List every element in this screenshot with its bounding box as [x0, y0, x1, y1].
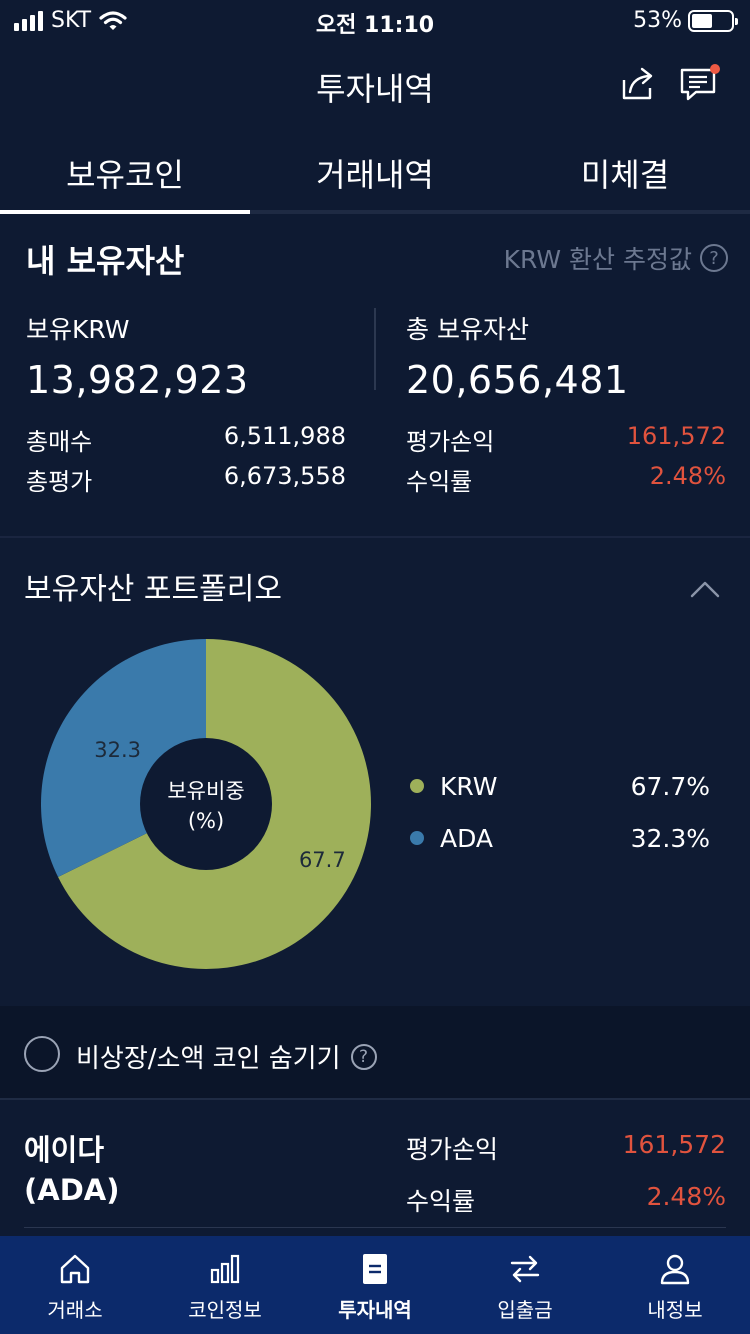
rate-row: 수익률 2.48% [406, 462, 726, 497]
nav-exchange[interactable]: 거래소 [0, 1236, 150, 1334]
chevron-up-icon[interactable] [690, 574, 720, 604]
share-icon[interactable] [618, 64, 658, 104]
total-buy-row: 총매수 6,511,988 [26, 422, 346, 457]
total-column: 총 보유자산 20,656,481 [406, 310, 726, 402]
nav-label: 투자내역 [338, 1298, 412, 1322]
coin-name: 에이다 (ADA) [24, 1130, 119, 1210]
hide-small-coins-checkbox[interactable] [24, 1036, 60, 1072]
total-eval-row: 총평가 6,673,558 [26, 462, 346, 497]
pnl-label: 평가손익 [406, 428, 495, 456]
krw-column: 보유KRW 13,982,923 [26, 310, 346, 402]
coin-pnl-value: 161,572 [622, 1130, 726, 1159]
krw-value: 13,982,923 [26, 358, 249, 402]
total-buy-label: 총매수 [26, 428, 93, 456]
total-assets-value: 20,656,481 [406, 358, 629, 402]
nav-coin-info[interactable]: 코인정보 [150, 1236, 300, 1334]
nav-my-info[interactable]: 내정보 [600, 1236, 750, 1334]
legend-dot-ada [410, 831, 424, 845]
total-buy-value: 6,511,988 [223, 422, 346, 450]
hide-small-coins-label: 비상장/소액 코인 숨기기 [76, 1044, 341, 1074]
portfolio-donut-chart: 보유비중 (%) 67.7 32.3 [40, 639, 371, 969]
rate-value: 2.48% [649, 462, 726, 490]
nav-investments[interactable]: 투자내역 [300, 1236, 450, 1334]
transfer-icon [510, 1255, 540, 1283]
help-icon[interactable]: ? [700, 244, 728, 272]
battery-icon [688, 9, 738, 32]
legend-dot-krw [410, 779, 424, 793]
legend-item-ada: ADA 32.3% [410, 812, 710, 864]
help-icon[interactable]: ? [350, 1043, 377, 1070]
bottom-nav: 거래소 코인정보 투자내역 입출금 내정보 [0, 1236, 750, 1334]
status-bar-right: 53% [633, 8, 738, 33]
nav-label: 거래소 [47, 1298, 103, 1322]
portfolio-section: 보유자산 포트폴리오 보유비중 (%) 67.7 32.3 KRW 67.7% A… [0, 536, 750, 1006]
rate-label: 수익률 [406, 468, 473, 496]
user-icon [660, 1254, 690, 1285]
document-icon [363, 1254, 387, 1284]
status-bar: SKT 오전 11:10 53% [0, 0, 750, 42]
coin-pnl-label: 평가손익 [406, 1135, 499, 1164]
krw-estimate-note[interactable]: KRW 환산 추정값 ? [504, 240, 728, 276]
row-divider [24, 1227, 726, 1228]
nav-deposit-withdraw[interactable]: 입출금 [450, 1236, 600, 1334]
nav-label: 코인정보 [188, 1298, 262, 1322]
holdings-summary: 내 보유자산 KRW 환산 추정값 ? 보유KRW 13,982,923 총 보… [0, 214, 750, 534]
total-eval-value: 6,673,558 [223, 462, 346, 490]
krw-label: 보유KRW [26, 315, 130, 344]
column-divider [374, 308, 376, 390]
notification-dot [710, 64, 720, 74]
nav-label: 입출금 [497, 1298, 553, 1322]
legend-item-krw: KRW 67.7% [410, 760, 710, 812]
coin-korean-name: 에이다 [24, 1133, 105, 1167]
tab-transactions[interactable]: 거래내역 [250, 124, 500, 210]
tab-bar: 보유코인 거래내역 미체결 [0, 124, 750, 214]
krw-estimate-label: KRW 환산 추정값 [503, 245, 692, 274]
coin-symbol: (ADA) [24, 1173, 120, 1207]
donut-center-label: 보유비중 [167, 779, 244, 803]
nav-label: 내정보 [647, 1298, 703, 1322]
coin-pnl-row: 평가손익 161,572 [406, 1130, 726, 1182]
coin-stats: 평가손익 161,572 수익률 2.48% [406, 1130, 726, 1234]
portfolio-legend: KRW 67.7% ADA 32.3% [410, 760, 710, 864]
total-eval-label: 총평가 [26, 468, 93, 496]
legend-pct: 32.3% [630, 823, 710, 853]
pnl-row: 평가손익 161,572 [406, 422, 726, 457]
legend-name: KRW [440, 771, 498, 801]
donut-center-unit: (%) [188, 809, 224, 833]
pie-data-label-ada: 32.3 [94, 738, 141, 762]
donut-hole [140, 738, 272, 870]
legend-pct: 67.7% [630, 771, 710, 801]
tab-holdings[interactable]: 보유코인 [0, 124, 250, 214]
app-header: 투자내역 [0, 42, 750, 124]
hide-small-coins-row[interactable]: 비상장/소액 코인 숨기기 ? [0, 1006, 750, 1098]
portfolio-title: 보유자산 포트폴리오 [24, 572, 282, 607]
battery-percent: 53% [633, 8, 682, 33]
chat-icon[interactable] [678, 64, 720, 104]
tab-unfilled[interactable]: 미체결 [500, 124, 750, 210]
bar-chart-icon [210, 1254, 240, 1284]
coin-row-ada[interactable]: 에이다 (ADA) 평가손익 161,572 수익률 2.48% [0, 1098, 750, 1236]
hide-small-coins[interactable]: 비상장/소액 코인 숨기기 ? [76, 1038, 377, 1075]
battery-fill [692, 13, 713, 28]
pnl-value: 161,572 [626, 422, 726, 450]
legend-name: ADA [440, 823, 494, 853]
home-icon [60, 1254, 90, 1284]
total-assets-label: 총 보유자산 [406, 315, 529, 344]
pie-data-label-krw: 67.7 [299, 848, 346, 872]
holdings-title: 내 보유자산 [26, 242, 185, 280]
